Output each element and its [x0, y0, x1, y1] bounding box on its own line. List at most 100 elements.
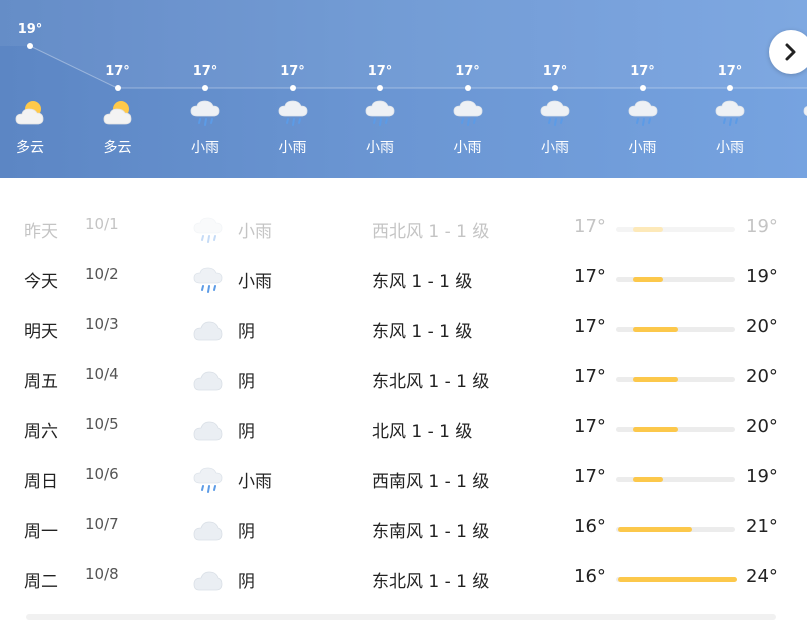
- day-low-temp: 17°: [574, 416, 606, 437]
- list-bottom-divider: [26, 614, 776, 620]
- light-rain-icon: [365, 98, 395, 128]
- temp-range-bar: [616, 327, 735, 332]
- day-condition: 小雨: [238, 272, 272, 292]
- hour-item: 17° 小雨: [249, 0, 337, 178]
- overcast-icon: [193, 365, 223, 395]
- light-rain-icon: [803, 98, 807, 128]
- partly-cloudy-icon: [15, 98, 45, 128]
- light-rain-icon: [193, 215, 223, 245]
- day-row[interactable]: 周日 10/6 小雨 西南风 1 - 1 级 17° 19°: [0, 455, 807, 505]
- hour-item: 17° 小雨: [424, 0, 512, 178]
- hour-condition: 小: [774, 137, 807, 157]
- temp-range-bar: [616, 527, 735, 532]
- hour-item: 19° 多云: [0, 0, 74, 178]
- hour-item: 17° 多云: [74, 0, 162, 178]
- chevron-right-icon: [785, 43, 796, 61]
- hour-temp: 17°: [192, 64, 218, 79]
- light-rain-icon: [628, 98, 658, 128]
- day-name: 周日: [24, 472, 58, 492]
- hour-condition: 小雨: [541, 140, 569, 156]
- day-condition: 阴: [238, 522, 255, 542]
- day-row[interactable]: 今天 10/2 小雨 东风 1 - 1 级 17° 19°: [0, 255, 807, 305]
- temp-range-fill: [632, 377, 678, 382]
- day-row[interactable]: 周一 10/7 阴 东南风 1 - 1 级 16° 21°: [0, 505, 807, 555]
- day-high-temp: 20°: [746, 366, 778, 387]
- day-condition: 阴: [238, 422, 255, 442]
- hour-condition: 小雨: [191, 140, 219, 156]
- day-row[interactable]: 周五 10/4 阴 东北风 1 - 1 级 17° 20°: [0, 355, 807, 405]
- day-condition: 小雨: [238, 222, 272, 242]
- overcast-icon: [193, 565, 223, 595]
- temp-range-fill: [632, 277, 663, 282]
- temp-range-bar: [616, 227, 735, 232]
- day-high-temp: 19°: [746, 466, 778, 487]
- temp-range-bar: [616, 427, 735, 432]
- temp-range-fill: [632, 477, 663, 482]
- hour-temp: 17°: [542, 64, 568, 79]
- day-condition: 小雨: [238, 472, 272, 492]
- light-rain-icon: [193, 265, 223, 295]
- day-name: 昨天: [24, 222, 58, 242]
- overcast-icon: [193, 515, 223, 545]
- day-name: 周五: [24, 372, 58, 392]
- hour-condition: 小雨: [278, 140, 307, 156]
- day-row[interactable]: 周二 10/8 阴 东北风 1 - 1 级 16° 24°: [0, 555, 807, 605]
- partly-cloudy-icon: [103, 98, 133, 128]
- day-wind: 西南风 1 - 1 级: [372, 472, 490, 492]
- hour-temp: 17°: [630, 64, 655, 79]
- day-date: 10/1: [85, 215, 119, 233]
- day-wind: 西北风 1 - 1 级: [372, 222, 490, 242]
- day-high-temp: 21°: [746, 516, 778, 537]
- day-wind: 东北风 1 - 1 级: [372, 372, 490, 392]
- day-row[interactable]: 周六 10/5 阴 北风 1 - 1 级 17° 20°: [0, 405, 807, 455]
- day-date: 10/8: [85, 565, 119, 583]
- day-low-temp: 17°: [574, 216, 606, 237]
- light-rain-icon: [453, 98, 483, 128]
- day-low-temp: 16°: [574, 566, 606, 587]
- day-condition: 阴: [238, 572, 255, 592]
- hour-condition: 小雨: [366, 140, 394, 156]
- day-high-temp: 20°: [746, 316, 778, 337]
- hour-temp: 19°: [17, 22, 43, 37]
- temp-range-bar: [616, 277, 735, 282]
- temp-range-bar: [616, 377, 735, 382]
- hour-condition: 小雨: [628, 140, 657, 156]
- light-rain-icon: [715, 98, 745, 128]
- day-low-temp: 16°: [574, 516, 606, 537]
- hourly-forecast: 19° 多云 17° 多云 17° 小雨 17° 小雨 17° 小雨 17° 小雨 17° 小雨 17° 小雨…: [0, 0, 807, 178]
- day-wind: 北风 1 - 1 级: [372, 422, 473, 442]
- light-rain-icon: [190, 98, 220, 128]
- hour-temp-dot: [114, 85, 121, 91]
- hour-item: 17° 小雨: [686, 0, 774, 178]
- hour-item: 17° 小雨: [161, 0, 249, 178]
- hour-temp-dot: [464, 85, 471, 91]
- hour-temp: 17°: [717, 64, 743, 79]
- day-name: 周二: [24, 572, 58, 592]
- hour-temp-dot: [27, 43, 33, 49]
- day-name: 明天: [24, 322, 58, 342]
- hour-temp-dot: [727, 85, 733, 91]
- hour-item: 17° 小雨: [511, 0, 599, 178]
- day-condition: 阴: [238, 322, 255, 342]
- hour-temp-dot: [552, 85, 558, 91]
- day-date: 10/6: [85, 465, 119, 483]
- day-high-temp: 24°: [746, 566, 778, 587]
- day-wind: 东南风 1 - 1 级: [372, 522, 490, 542]
- day-name: 周一: [24, 522, 58, 542]
- day-name: 周六: [24, 422, 58, 442]
- day-high-temp: 20°: [746, 416, 778, 437]
- hour-temp-dot: [639, 85, 646, 91]
- day-condition: 阴: [238, 372, 255, 392]
- day-row[interactable]: 明天 10/3 阴 东风 1 - 1 级 17° 20°: [0, 305, 807, 355]
- day-high-temp: 19°: [746, 216, 778, 237]
- day-high-temp: 19°: [746, 266, 778, 287]
- hour-condition: 小雨: [453, 140, 482, 156]
- hour-condition: 小雨: [716, 140, 744, 156]
- hour-condition: 多云: [16, 140, 44, 156]
- temp-range-fill: [632, 427, 678, 432]
- day-wind: 东北风 1 - 1 级: [372, 572, 490, 592]
- day-row[interactable]: 昨天 10/1 小雨 西北风 1 - 1 级 17° 19°: [0, 205, 807, 255]
- hour-item: 17° 小雨: [336, 0, 424, 178]
- day-date: 10/7: [85, 515, 119, 533]
- next-hours-button[interactable]: [769, 30, 807, 74]
